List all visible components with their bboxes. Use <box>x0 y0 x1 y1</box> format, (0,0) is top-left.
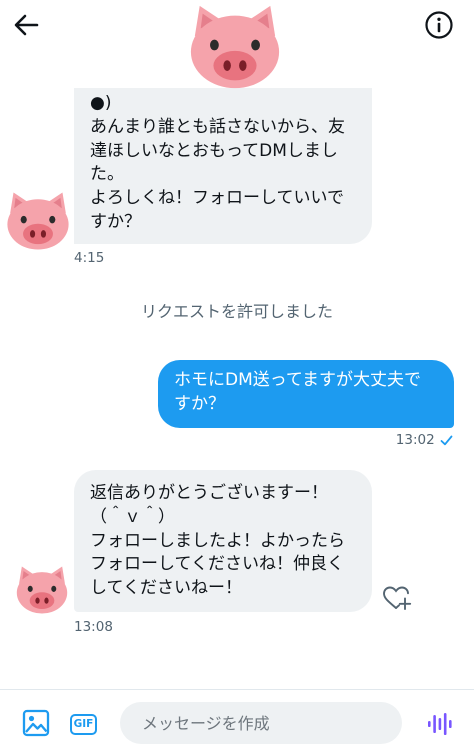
heart-plus-icon <box>383 586 412 610</box>
back-button[interactable] <box>12 10 42 40</box>
pig-face-icon <box>4 190 72 252</box>
pig-face-icon <box>186 2 284 92</box>
add-reaction-button[interactable] <box>382 584 412 612</box>
sender-avatar[interactable] <box>4 190 72 252</box>
message-timestamp: 13:08 <box>74 619 113 635</box>
outgoing-message-bubble[interactable]: ホモにDM送ってますが大丈夫で すか？ <box>158 360 454 428</box>
message-time: 13:02 <box>395 432 435 448</box>
voice-wave-icon <box>428 713 452 735</box>
incoming-message-bubble[interactable]: ●) あんまり誰とも話さないから、友 達ほしいなとおもってDMしまし た。 よろ… <box>74 88 372 244</box>
arrow-left-icon <box>14 14 39 36</box>
message-timestamp: 13:02 <box>396 432 453 448</box>
gif-button[interactable]: GIF <box>70 714 97 735</box>
message-composer: GIF <box>0 689 474 751</box>
add-photo-button[interactable] <box>22 709 50 737</box>
checkmark-icon <box>440 435 453 445</box>
message-input[interactable] <box>120 702 402 744</box>
conversation-info-button[interactable] <box>424 10 454 40</box>
info-icon <box>425 11 453 39</box>
incoming-message-bubble[interactable]: 返信ありがとうございますー！ （＾ｖ＾） フォローしましたよ！よかったら フォロ… <box>74 470 372 612</box>
sender-avatar[interactable] <box>14 564 70 616</box>
conversation-avatar[interactable] <box>186 2 284 92</box>
message-timestamp: 4:15 <box>74 250 105 266</box>
image-icon <box>22 709 50 737</box>
request-accepted-notice: リクエストを許可しました <box>140 302 333 321</box>
conversation-header <box>0 0 474 86</box>
voice-message-button[interactable] <box>426 712 452 736</box>
pig-face-icon <box>14 564 70 616</box>
